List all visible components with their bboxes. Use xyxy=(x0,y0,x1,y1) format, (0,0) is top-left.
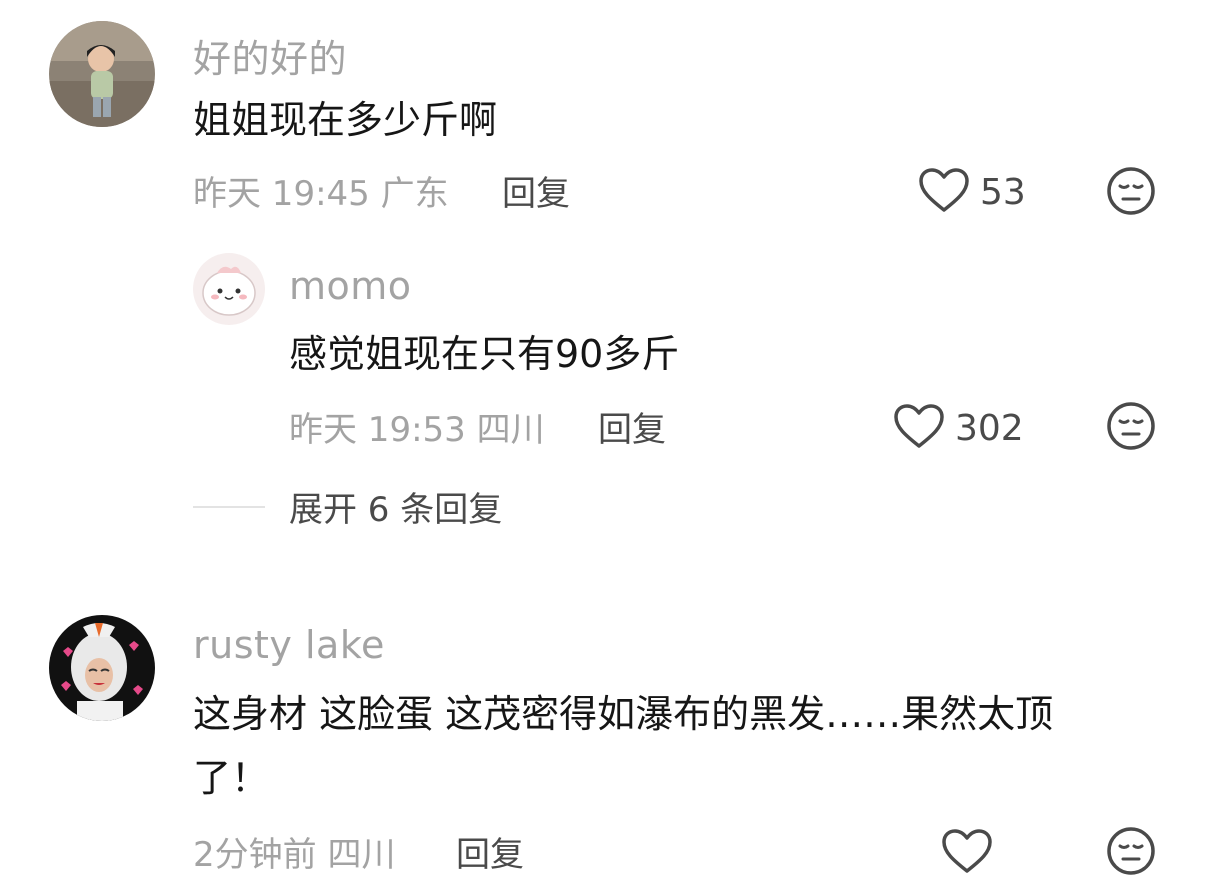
reply-button[interactable]: 回复 xyxy=(598,402,666,451)
avatar[interactable] xyxy=(49,21,155,127)
expand-replies-label: 展开 6 条回复 xyxy=(289,490,503,530)
dislike-button[interactable] xyxy=(1106,826,1156,880)
heart-outline-icon xyxy=(918,167,970,217)
meh-face-icon xyxy=(1106,167,1156,220)
like-count: 302 xyxy=(955,407,1024,449)
like-button[interactable]: 53 xyxy=(918,167,1026,217)
dislike-button[interactable] xyxy=(1106,166,1156,220)
comment-username[interactable]: rusty lake xyxy=(193,623,385,667)
comment-text: 这身材 这脸蛋 这茂密得如瀑布的黑发……果然太顶了！ xyxy=(193,692,1054,800)
reply-button[interactable]: 回复 xyxy=(502,166,570,215)
dislike-button[interactable] xyxy=(1106,401,1156,455)
like-button[interactable]: 302 xyxy=(893,403,1024,453)
meh-face-icon xyxy=(1106,827,1156,880)
reply-button[interactable]: 回复 xyxy=(456,827,524,876)
comment-text: 姐姐现在多少斤啊 xyxy=(193,98,498,142)
reply-username[interactable]: momo xyxy=(289,264,412,308)
heart-outline-icon xyxy=(893,403,945,453)
meh-face-icon xyxy=(1106,402,1156,455)
like-count: 53 xyxy=(980,171,1026,213)
comment-meta: 昨天 19:45 广东 xyxy=(193,174,449,214)
avatar[interactable] xyxy=(193,253,265,325)
expand-replies-button[interactable]: 展开 6 条回复 xyxy=(193,482,502,531)
heart-outline-icon xyxy=(941,828,993,878)
reply-meta: 昨天 19:53 四川 xyxy=(289,410,545,450)
reply-text: 感觉姐现在只有90多斤 xyxy=(289,332,680,376)
like-button[interactable] xyxy=(941,828,1003,878)
comment-meta: 2分钟前 四川 xyxy=(193,835,396,875)
avatar[interactable] xyxy=(49,615,155,721)
divider xyxy=(193,505,265,508)
comment-username[interactable]: 好的好的 xyxy=(193,28,347,83)
